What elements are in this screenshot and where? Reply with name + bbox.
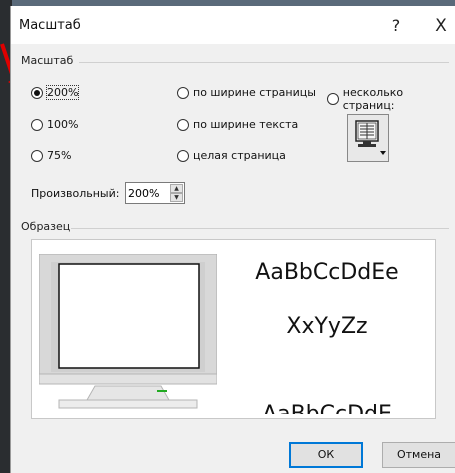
zoom-dialog: Масштаб ? X Масштаб 200% 100% 75% по шир… xyxy=(10,6,455,473)
zoom-group-divider xyxy=(79,62,449,63)
radio-200[interactable]: 200% xyxy=(31,85,80,100)
sample-line-3: AaBbCcDdE xyxy=(239,402,415,414)
radio-text-width[interactable]: по ширине текста xyxy=(177,118,298,131)
help-button[interactable]: ? xyxy=(381,14,411,38)
radio-many-pages-label: несколько страниц: xyxy=(342,86,404,112)
spinner-arrows[interactable]: ▲ ▼ xyxy=(170,184,183,202)
radio-75-indicator[interactable] xyxy=(31,149,43,162)
custom-zoom-spinner[interactable]: ▲ ▼ xyxy=(125,182,185,204)
radio-text-width-indicator[interactable] xyxy=(177,118,189,131)
spinner-down-icon[interactable]: ▼ xyxy=(170,193,183,202)
radio-many-pages-indicator[interactable] xyxy=(327,93,339,105)
radio-100[interactable]: 100% xyxy=(31,118,78,131)
radio-whole-page[interactable]: целая страница xyxy=(177,149,286,162)
dialog-title: Масштаб xyxy=(19,18,81,33)
custom-zoom-input[interactable] xyxy=(128,185,168,201)
radio-text-width-label: по ширине текста xyxy=(193,118,299,131)
radio-whole-page-indicator[interactable] xyxy=(177,149,189,162)
spinner-up-icon[interactable]: ▲ xyxy=(170,184,183,193)
radio-200-indicator[interactable] xyxy=(31,86,43,99)
multi-page-monitor-icon xyxy=(355,120,386,155)
radio-page-width-label: по ширине страницы xyxy=(193,86,316,99)
many-pages-button[interactable] xyxy=(347,114,389,162)
zoom-group-label: Масштаб xyxy=(21,54,74,67)
radio-100-label: 100% xyxy=(47,118,79,131)
monitor-preview-icon xyxy=(39,254,217,409)
radio-100-indicator[interactable] xyxy=(31,118,43,131)
custom-zoom-label: Произвольный: xyxy=(31,187,120,200)
radio-75-label: 75% xyxy=(47,149,72,162)
title-bar: Масштаб ? X xyxy=(11,6,455,44)
radio-whole-page-label: целая страница xyxy=(193,149,286,162)
ok-button[interactable]: ОК xyxy=(289,442,363,468)
radio-many-pages[interactable]: несколько страниц: xyxy=(327,86,455,112)
sample-text-area: AaBbCcDdEe XxYyZz AaBbCcDdE xyxy=(239,246,415,414)
preview-group-label: Образец xyxy=(21,220,71,233)
cancel-button[interactable]: Отмена xyxy=(382,442,455,468)
close-button[interactable]: X xyxy=(426,14,455,38)
radio-page-width-indicator[interactable] xyxy=(177,86,189,99)
preview-group-divider xyxy=(71,228,449,229)
sample-line-2: XxYyZz xyxy=(286,314,368,339)
sample-line-1: AaBbCcDdEe xyxy=(255,260,399,285)
radio-200-label: 200% xyxy=(45,85,80,100)
radio-75[interactable]: 75% xyxy=(31,149,71,162)
radio-page-width[interactable]: по ширине страницы xyxy=(177,86,316,99)
